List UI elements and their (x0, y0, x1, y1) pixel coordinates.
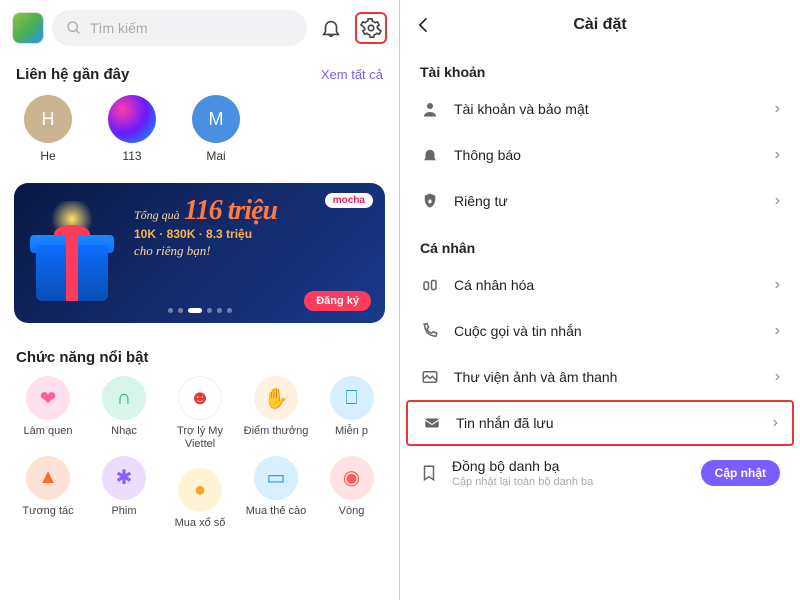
sync-title: Đồng bộ danh bạ (452, 458, 687, 474)
row-personalize[interactable]: Cá nhân hóa › (400, 262, 800, 308)
settings-button[interactable] (355, 12, 387, 44)
phone-icon (420, 322, 440, 340)
row-privacy[interactable]: Riêng tư › (400, 178, 800, 224)
arrow-left-icon (414, 15, 434, 35)
chevron-right-icon: › (775, 192, 780, 210)
mail-icon (422, 414, 442, 432)
notifications-button[interactable] (315, 12, 347, 44)
search-icon (66, 20, 82, 36)
settings-pane: Cài đặt Tài khoản Tài khoản và bảo mật ›… (400, 0, 800, 600)
chevron-right-icon: › (775, 368, 780, 386)
image-icon (420, 368, 440, 386)
contact-item[interactable]: M Mai (188, 95, 244, 163)
feature-xo-so[interactable]: ● Mua xổ số (175, 468, 226, 530)
feature-nhac[interactable]: ∩ Nhạc (102, 376, 146, 438)
carousel-dots[interactable] (168, 308, 232, 313)
banner-line1: Tổng quà (134, 208, 180, 222)
bell-icon (420, 146, 440, 164)
home-header: Tìm kiếm (0, 0, 399, 56)
recent-title: Liên hệ gần đây (16, 66, 129, 83)
settings-header: Cài đặt (400, 0, 800, 48)
contact-item[interactable]: H He (20, 95, 76, 163)
contact-avatar (108, 95, 156, 143)
feature-tuong-tac[interactable]: ▲ Tương tác (22, 456, 73, 518)
banner-line3: cho riêng bạn! (134, 243, 371, 259)
promo-banner[interactable]: mocha Tổng quà 116 triệu 10K · 830K · 8.… (14, 183, 385, 323)
heart-icon: ❤ (26, 376, 70, 420)
gift-icon: ⎕ (330, 376, 374, 420)
bell-icon (320, 17, 342, 39)
home-pane: Tìm kiếm Liên hệ gần đây Xem tất cả H He… (0, 0, 400, 600)
search-input[interactable]: Tìm kiếm (52, 10, 307, 46)
group-account: Tài khoản (400, 48, 800, 86)
feature-tro-ly[interactable]: ☻ Trợ lý My Viettel (164, 376, 236, 450)
see-all-link[interactable]: Xem tất cả (321, 67, 383, 82)
row-sync-contacts: Đồng bộ danh bạ Cập nhật lại toàn bộ dan… (400, 446, 800, 500)
contact-avatar: M (192, 95, 240, 143)
banner-line2: 10K · 830K · 8.3 triệu (134, 227, 371, 241)
gift-box-icon (28, 213, 116, 301)
chevron-right-icon: › (775, 322, 780, 340)
row-account-security[interactable]: Tài khoản và bảo mật › (400, 86, 800, 132)
wheel-icon: ◉ (330, 456, 374, 500)
row-media-library[interactable]: Thư viện ảnh và âm thanh › (400, 354, 800, 400)
feature-vong[interactable]: ◉ Vòng (330, 456, 374, 518)
back-button[interactable] (414, 15, 434, 35)
gear-icon (360, 17, 382, 39)
chevron-right-icon: › (773, 414, 778, 432)
contact-name: Mai (206, 149, 225, 163)
chevron-right-icon: › (775, 100, 780, 118)
features-title: Chức năng nổi bật (0, 331, 399, 376)
palette-icon (420, 276, 440, 294)
feature-the-cao[interactable]: ▭ Mua thẻ cào (246, 456, 307, 518)
chevron-right-icon: › (775, 276, 780, 294)
group-personal: Cá nhân (400, 224, 800, 262)
bookmark-icon (420, 464, 438, 482)
contact-item[interactable]: 113 (104, 95, 160, 163)
bot-icon: ☻ (178, 376, 222, 420)
reel-icon: ✱ (102, 456, 146, 500)
banner-cta-button[interactable]: Đăng ký (304, 291, 371, 311)
recent-contacts-header: Liên hệ gần đây Xem tất cả (0, 56, 399, 87)
ball-icon: ● (178, 468, 222, 512)
feature-mien-phi[interactable]: ⎕ Miễn p (330, 376, 374, 438)
user-icon (420, 100, 440, 118)
card-icon: ▭ (254, 456, 298, 500)
contacts-row: H He 113 M Mai (0, 87, 399, 177)
row-saved-messages[interactable]: Tin nhắn đã lưu › (406, 400, 794, 446)
chevron-right-icon: › (775, 146, 780, 164)
row-notifications[interactable]: Thông báo › (400, 132, 800, 178)
hand-icon: ✋ (254, 376, 298, 420)
lock-icon (420, 192, 440, 210)
feature-lam-quen[interactable]: ❤ Làm quen (24, 376, 73, 438)
headphone-icon: ∩ (102, 376, 146, 420)
settings-title: Cài đặt (416, 16, 784, 34)
sync-subtitle: Cập nhật lại toàn bộ danh bạ (452, 476, 687, 488)
search-placeholder: Tìm kiếm (90, 20, 148, 36)
avatar[interactable] (12, 12, 44, 44)
contact-name: 113 (122, 149, 141, 163)
contact-avatar: H (24, 95, 72, 143)
feature-diem-thuong[interactable]: ✋ Điểm thưởng (244, 376, 309, 438)
mocha-tag: mocha (325, 193, 373, 208)
features-grid: ❤ Làm quen ▲ Tương tác ∩ Nhạc ✱ Phim ☻ T… (0, 376, 399, 530)
contact-name: He (40, 149, 55, 163)
update-button[interactable]: Cập nhật (701, 460, 780, 486)
banner-amount: 116 triệu (184, 195, 277, 226)
feature-phim[interactable]: ✱ Phim (102, 456, 146, 518)
row-calls-messages[interactable]: Cuộc gọi và tin nhắn › (400, 308, 800, 354)
flame-icon: ▲ (26, 456, 70, 500)
